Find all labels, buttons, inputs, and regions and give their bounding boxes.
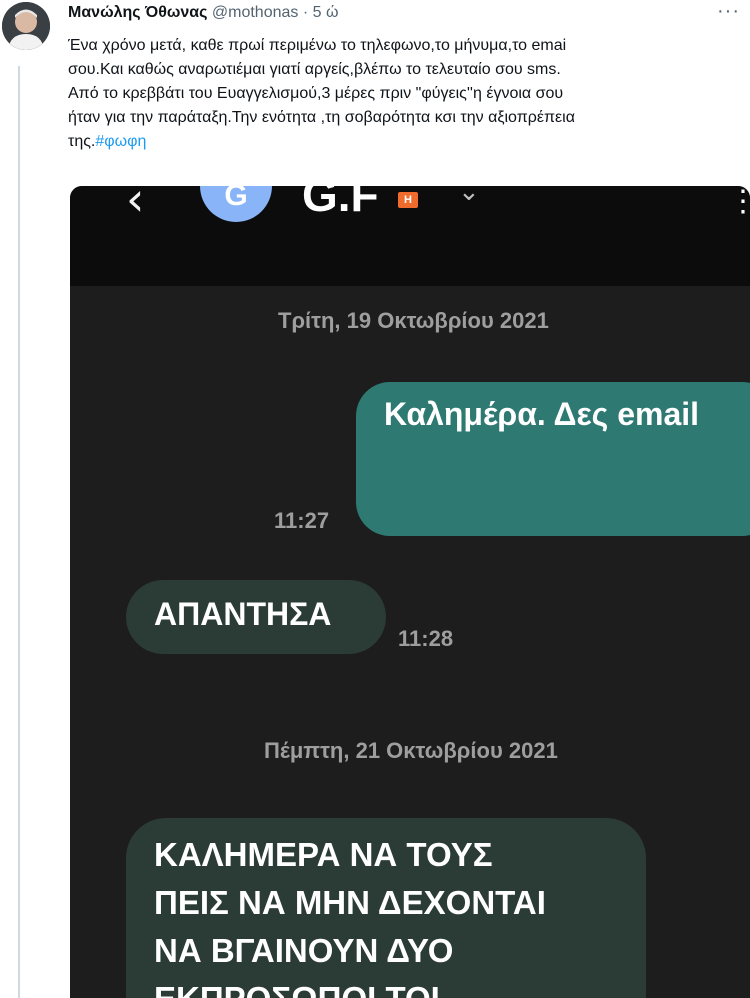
message-text: ΑΠΑΝΤΗΣΑ bbox=[154, 596, 332, 632]
message-line: ΚΑΛΗΜΕΡΑ ΝΑ ΤΟΥΣ bbox=[154, 836, 493, 873]
thread-line bbox=[18, 66, 20, 998]
message-text: Καλημέρα. Δες email bbox=[384, 396, 700, 432]
menu-icon: ⋮ bbox=[728, 186, 750, 218]
tweet-text-line: Από το κρεββάτι του Ευαγγελισμού,3 μέρες… bbox=[68, 85, 564, 102]
separator-dot: · bbox=[302, 4, 309, 21]
date-separator: Πέμπτη, 21 Οκτωβρίου 2021 bbox=[264, 738, 558, 763]
tweet-text-line: Ένα χρόνο μετά, καθε πρωί περιμένω το τη… bbox=[68, 37, 567, 54]
more-options-icon[interactable]: ··· bbox=[717, 0, 740, 23]
incoming-message: ΚΑΛΗΜΕΡΑ ΝΑ ΤΟΥΣ ΠΕΙΣ ΝΑ ΜΗΝ ΔΕΧΟΝΤΑΙ ΝΑ… bbox=[126, 818, 646, 998]
tweet-text-line: ήταν για την παράταξη.Την ενότητα ,τη σο… bbox=[68, 109, 575, 126]
message-line: ΕΚΠΡΟΣΩΠΟΙ ΤΟΙ bbox=[154, 980, 440, 998]
contact-badge: H bbox=[398, 192, 418, 208]
tweet-time[interactable]: 5 ώ bbox=[313, 4, 339, 21]
contact-name: G.F bbox=[302, 186, 379, 221]
incoming-message: ΑΠΑΝΤΗΣΑ bbox=[126, 580, 386, 654]
tweet-text-end: της. bbox=[68, 133, 96, 150]
message-time: 11:27 bbox=[274, 508, 330, 533]
date-separator: Τρίτη, 19 Οκτωβρίου 2021 bbox=[278, 308, 549, 333]
message-line: ΝΑ ΒΓΑΙΝΟΥΝ ΔΥΟ bbox=[154, 932, 454, 969]
chat-top-bar: ‹ G G.F H ⌄ ⋮ bbox=[70, 186, 750, 286]
tweet-text-line: σου.Και καθώς αναρωτιέμαι γιατί αργείς,β… bbox=[68, 61, 561, 78]
contact-avatar: G bbox=[200, 186, 272, 222]
hashtag-link[interactable]: #φωφη bbox=[95, 133, 146, 150]
message-line: ΠΕΙΣ ΝΑ ΜΗΝ ΔΕΧΟΝΤΑΙ bbox=[154, 884, 546, 921]
tweet-text-line: της.#φωφη bbox=[68, 130, 740, 154]
author-name[interactable]: Μανώλης Όθωνας bbox=[68, 4, 207, 21]
author-handle[interactable]: @mothonas bbox=[212, 4, 299, 21]
tweet-media-image[interactable]: ‹ G G.F H ⌄ ⋮ Τρίτη, 19 Οκτωβρίου 2021 Κ… bbox=[70, 186, 750, 998]
back-arrow-icon: ‹ bbox=[126, 186, 145, 226]
chevron-down-icon: ⌄ bbox=[458, 186, 480, 206]
outgoing-message: Καλημέρα. Δες email bbox=[356, 382, 750, 536]
avatar[interactable] bbox=[2, 2, 50, 50]
tweet-text: Ένα χρόνο μετά, καθε πρωί περιμένω το τη… bbox=[68, 34, 740, 154]
message-time: 11:28 bbox=[398, 626, 454, 651]
tweet-header: Μανώλης Όθωνας @mothonas · 5 ώ bbox=[68, 4, 338, 22]
